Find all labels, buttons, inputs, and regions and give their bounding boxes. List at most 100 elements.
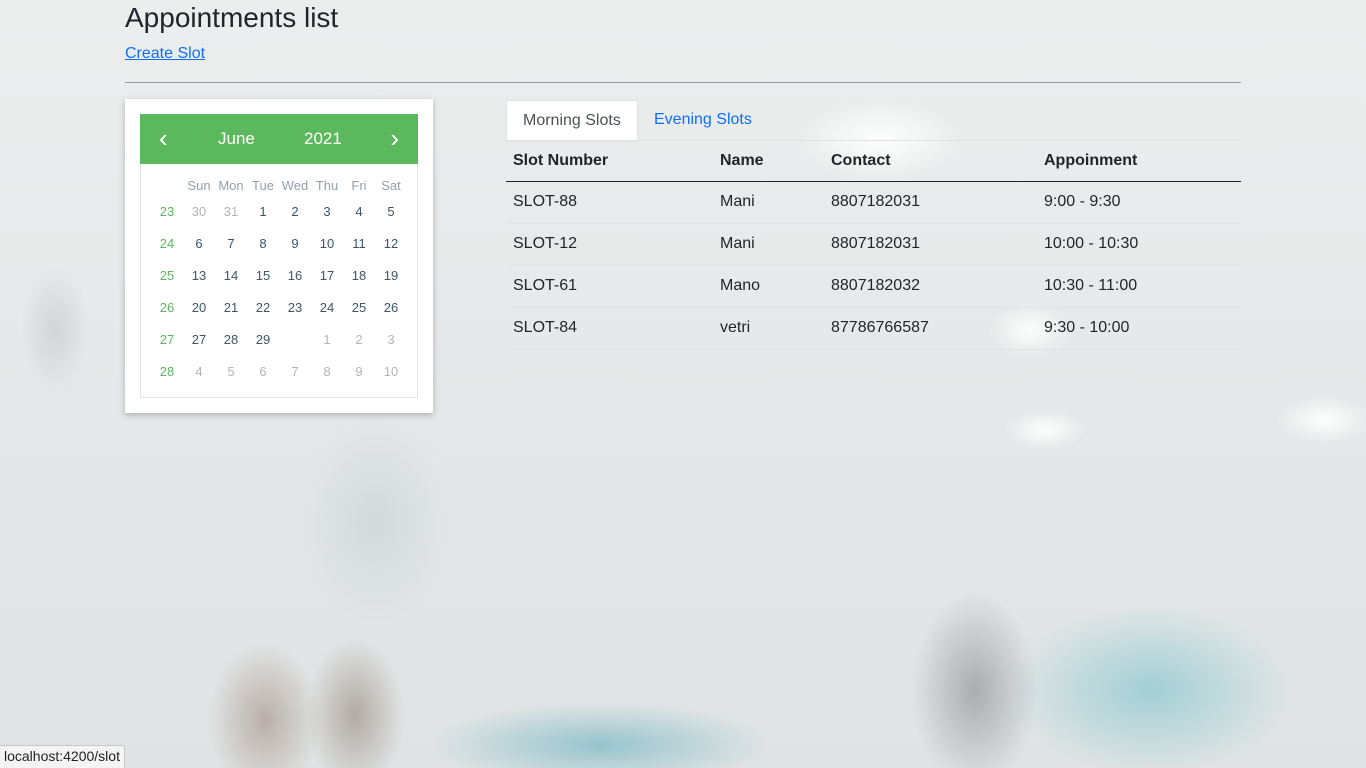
calendar-day[interactable]: 9 [279, 229, 311, 259]
month-select[interactable]: June [218, 129, 255, 149]
week-number-label: 26 [159, 300, 175, 315]
calendar-day[interactable]: 4 [343, 197, 375, 227]
calendar-day-label: 9 [355, 364, 363, 379]
calendar-day-label: 3 [323, 204, 331, 219]
calendar-day-label: 15 [255, 268, 271, 283]
calendar-day-label: 10 [383, 364, 399, 379]
column-header: Name [720, 152, 764, 169]
calendar-day-label: 9 [291, 236, 299, 251]
calendar-day[interactable]: 10 [375, 357, 407, 387]
calendar-day-label: 22 [255, 300, 271, 315]
calendar-day-label: 29 [255, 332, 271, 347]
week-number: 25 [151, 261, 183, 291]
calendar-day-label: 14 [223, 268, 239, 283]
weekday-label: Sat [381, 178, 401, 193]
slot-number-cell: SLOT-61 [513, 277, 578, 294]
name-cell: vetri [720, 319, 751, 336]
calendar-day-label: 7 [291, 364, 299, 379]
calendar-day-label: 27 [191, 332, 207, 347]
weekday-label: Wed [281, 178, 309, 193]
calendar-day[interactable]: 23 [279, 293, 311, 323]
calendar-day[interactable]: 12 [375, 229, 407, 259]
tab-morning-slots[interactable]: Morning Slots [506, 100, 638, 140]
calendar-day[interactable]: 22 [247, 293, 279, 323]
calendar-day[interactable]: 1 [247, 197, 279, 227]
calendar-day[interactable]: 27 [183, 325, 215, 355]
calendar-day[interactable]: 31 [215, 197, 247, 227]
calendar-day-label: 7 [227, 236, 235, 251]
calendar-day[interactable]: 1 [311, 325, 343, 355]
calendar-day[interactable]: 19 [375, 261, 407, 291]
calendar-day[interactable]: 11 [343, 229, 375, 259]
calendar-day[interactable]: 30 [279, 324, 311, 356]
calendar-day[interactable]: 2 [279, 197, 311, 227]
create-slot-link[interactable]: Create Slot [125, 44, 205, 64]
calendar-day[interactable]: 25 [343, 293, 375, 323]
chevron-left-icon[interactable]: ‹ [159, 125, 168, 151]
calendar-day-label: 25 [351, 300, 367, 315]
calendar-day-label: 4 [355, 204, 363, 219]
table-row: SLOT-12 Mani 8807182031 10:00 - 10:30 [506, 224, 1241, 266]
calendar-day[interactable]: 16 [279, 261, 311, 291]
calendar-day[interactable]: 15 [247, 261, 279, 291]
status-bar-url: localhost:4200/slot [0, 745, 125, 768]
week-number-label: 25 [159, 268, 175, 283]
slot-tabs: Morning Slots Evening Slots [506, 100, 1241, 141]
week-number: 28 [151, 357, 183, 387]
calendar-day[interactable]: 10 [311, 229, 343, 259]
calendar-day-label: 31 [223, 204, 239, 219]
calendar-day[interactable]: 5 [215, 357, 247, 387]
calendar-day-label: 17 [319, 268, 335, 283]
slot-number-cell: SLOT-12 [513, 235, 578, 252]
calendar-day[interactable]: 17 [311, 261, 343, 291]
name-cell: Mani [720, 193, 755, 210]
calendar-day[interactable]: 18 [343, 261, 375, 291]
calendar-day[interactable]: 13 [183, 261, 215, 291]
contact-cell: 8807182031 [831, 235, 920, 252]
appointments-table: Slot Number Name Contact Appoinment SLOT… [506, 141, 1241, 350]
appointment-cell: 9:00 - 9:30 [1044, 193, 1121, 210]
calendar-day-label: 23 [287, 300, 303, 315]
week-number-label: 27 [159, 332, 175, 347]
calendar-day-label: 8 [323, 364, 331, 379]
calendar-day[interactable]: 5 [375, 197, 407, 227]
calendar-day[interactable]: 8 [247, 229, 279, 259]
calendar-day[interactable]: 7 [215, 229, 247, 259]
contact-cell: 8807182032 [831, 277, 920, 294]
week-number-label: 24 [159, 236, 175, 251]
calendar-card: ‹ June 2021 › Sun Mon Tue Wed Thu Fri Sat 23 30 3… [125, 99, 433, 413]
calendar-day[interactable]: 8 [311, 357, 343, 387]
weekday-label: Mon [218, 178, 244, 193]
chevron-right-icon[interactable]: › [390, 125, 399, 151]
calendar-day-label: 21 [223, 300, 239, 315]
calendar-day[interactable]: 30 [183, 197, 215, 227]
calendar-day[interactable]: 3 [375, 325, 407, 355]
table-header: Slot Number Name Contact Appoinment [506, 141, 1241, 182]
calendar-day-label: 30 [191, 204, 207, 219]
weekday-label: Tue [252, 178, 274, 193]
calendar-day[interactable]: 2 [343, 325, 375, 355]
year-select[interactable]: 2021 [304, 129, 342, 149]
calendar-day[interactable]: 3 [311, 197, 343, 227]
calendar-day[interactable]: 24 [311, 293, 343, 323]
calendar-day-label: 19 [383, 268, 399, 283]
calendar-day[interactable]: 7 [279, 357, 311, 387]
calendar-day[interactable]: 9 [343, 357, 375, 387]
calendar-day-label: 10 [319, 236, 335, 251]
column-header: Appoinment [1044, 152, 1138, 169]
calendar-day[interactable]: 14 [215, 261, 247, 291]
calendar-day-label: 11 [352, 236, 366, 251]
calendar-day[interactable]: 6 [247, 357, 279, 387]
calendar-day-label: 20 [191, 300, 207, 315]
calendar-day[interactable]: 26 [375, 293, 407, 323]
calendar-day[interactable]: 28 [215, 325, 247, 355]
calendar-day[interactable]: 21 [215, 293, 247, 323]
contact-cell: 87786766587 [831, 319, 929, 336]
calendar-day[interactable]: 4 [183, 357, 215, 387]
week-number: 23 [151, 197, 183, 227]
weekday-label: Thu [315, 178, 339, 193]
tab-evening-slots[interactable]: Evening Slots [638, 100, 768, 140]
calendar-day[interactable]: 20 [183, 293, 215, 323]
calendar-day[interactable]: 6 [183, 229, 215, 259]
calendar-day[interactable]: 29 [247, 325, 279, 355]
